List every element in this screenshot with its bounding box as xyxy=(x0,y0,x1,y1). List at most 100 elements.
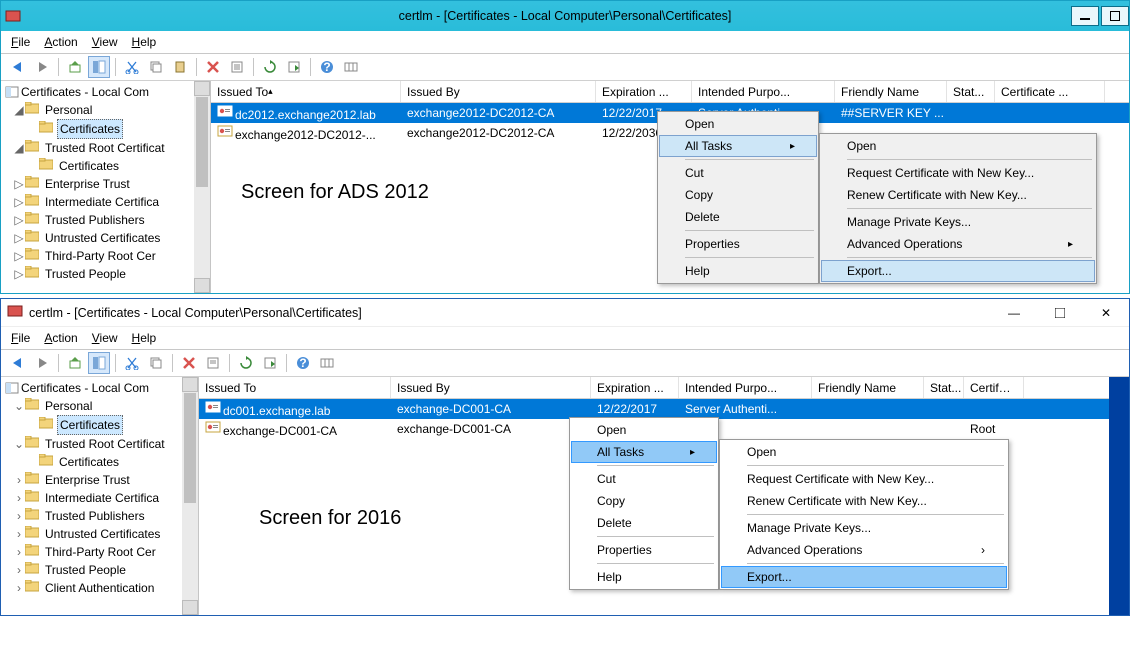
list-pane[interactable]: Issued ToIssued ByExpiration ...Intended… xyxy=(199,377,1109,615)
tree-item[interactable]: ▷Trusted People xyxy=(1,265,210,283)
columns-button[interactable] xyxy=(340,56,362,78)
menu-file[interactable]: FFileile xyxy=(11,35,30,49)
tree-item[interactable]: Certificates xyxy=(1,415,198,435)
ctx2-export[interactable]: Export... xyxy=(821,260,1095,282)
ctx-delete[interactable]: Delete xyxy=(571,512,717,534)
ctx2-request-new-key[interactable]: Request Certificate with New Key... xyxy=(721,468,1007,490)
copy-button[interactable] xyxy=(145,56,167,78)
export-list-button[interactable] xyxy=(259,352,281,374)
ctx-properties[interactable]: Properties xyxy=(659,233,817,255)
ctx-cut[interactable]: Cut xyxy=(571,468,717,490)
tree-item[interactable]: ›Intermediate Certifica xyxy=(1,489,198,507)
ctx2-advanced[interactable]: Advanced Operations› xyxy=(721,539,1007,561)
tree-item[interactable]: ▷Untrusted Certificates xyxy=(1,229,210,247)
titlebar[interactable]: certlm - [Certificates - Local Computer\… xyxy=(1,299,1129,327)
ctx-open[interactable]: Open xyxy=(571,419,717,441)
minimize-button[interactable]: — xyxy=(991,299,1037,327)
ctx-cut[interactable]: Cut xyxy=(659,162,817,184)
paste-button[interactable] xyxy=(169,56,191,78)
up-button[interactable] xyxy=(64,352,86,374)
forward-button[interactable] xyxy=(31,352,53,374)
column-header[interactable]: Intended Purpo... xyxy=(679,377,812,398)
ctx2-advanced[interactable]: Advanced Operations xyxy=(821,233,1095,255)
menu-view[interactable]: View xyxy=(92,331,118,345)
tree-pane[interactable]: Certificates - Local Com⌄PersonalCertifi… xyxy=(1,377,199,615)
ctx-help[interactable]: Help xyxy=(571,566,717,588)
menu-help[interactable]: Help xyxy=(132,35,157,49)
minimize-button[interactable] xyxy=(1071,6,1099,26)
menu-action[interactable]: Action xyxy=(44,331,77,345)
ctx-help[interactable]: Help xyxy=(659,260,817,282)
tree-item[interactable]: Certificates xyxy=(1,453,198,471)
column-headers[interactable]: Issued ToIssued ByExpiration ...Intended… xyxy=(199,377,1109,399)
column-header[interactable]: Expiration ... xyxy=(591,377,679,398)
list-pane[interactable]: Issued To ▴Issued ByExpiration ...Intend… xyxy=(211,81,1129,293)
ctx2-export[interactable]: Export... xyxy=(721,566,1007,588)
tree-item[interactable]: ▷Third-Party Root Cer xyxy=(1,247,210,265)
column-header[interactable]: Stat... xyxy=(924,377,964,398)
tree-item[interactable]: ◢Trusted Root Certificat xyxy=(1,139,210,157)
ctx-copy[interactable]: Copy xyxy=(571,490,717,512)
show-tree-button[interactable] xyxy=(88,352,110,374)
tree-item[interactable]: ›Enterprise Trust xyxy=(1,471,198,489)
properties-button[interactable] xyxy=(226,56,248,78)
cut-button[interactable] xyxy=(121,352,143,374)
ctx-delete[interactable]: Delete xyxy=(659,206,817,228)
ctx2-manage-keys[interactable]: Manage Private Keys... xyxy=(721,517,1007,539)
tree-item[interactable]: Certificates xyxy=(1,157,210,175)
back-button[interactable] xyxy=(7,56,29,78)
back-button[interactable] xyxy=(7,352,29,374)
refresh-button[interactable] xyxy=(259,56,281,78)
tree-item[interactable]: ▷Enterprise Trust xyxy=(1,175,210,193)
column-header[interactable]: Issued To xyxy=(199,377,391,398)
titlebar[interactable]: certlm - [Certificates - Local Computer\… xyxy=(1,1,1129,31)
tree-item[interactable]: ◢Personal xyxy=(1,101,210,119)
maximize-button[interactable] xyxy=(1037,299,1083,327)
ctx-all-tasks[interactable]: All Tasks xyxy=(571,441,717,463)
ctx2-request-new-key[interactable]: Request Certificate with New Key... xyxy=(821,162,1095,184)
ctx2-open[interactable]: Open xyxy=(721,441,1007,463)
column-header[interactable]: Issued To ▴ xyxy=(211,81,401,102)
menu-action[interactable]: Action xyxy=(44,35,77,49)
column-header[interactable]: Intended Purpo... xyxy=(692,81,835,102)
column-header[interactable]: Issued By xyxy=(401,81,596,102)
tree-item[interactable]: ›Trusted Publishers xyxy=(1,507,198,525)
column-header[interactable]: Certificate ... xyxy=(995,81,1105,102)
menu-help[interactable]: Help xyxy=(132,331,157,345)
refresh-button[interactable] xyxy=(235,352,257,374)
table-row[interactable]: dc001.exchange.labexchange-DC001-CA12/22… xyxy=(199,399,1109,419)
delete-button[interactable] xyxy=(202,56,224,78)
ctx2-renew-new-key[interactable]: Renew Certificate with New Key... xyxy=(721,490,1007,512)
tree-root[interactable]: Certificates - Local Com xyxy=(1,379,198,397)
tree-item[interactable]: ▷Trusted Publishers xyxy=(1,211,210,229)
ctx2-renew-new-key[interactable]: Renew Certificate with New Key... xyxy=(821,184,1095,206)
tree-item[interactable]: ›Trusted People xyxy=(1,561,198,579)
help-button[interactable]: ? xyxy=(316,56,338,78)
cut-button[interactable] xyxy=(121,56,143,78)
column-header[interactable]: Expiration ... xyxy=(596,81,692,102)
columns-button[interactable] xyxy=(316,352,338,374)
show-tree-button[interactable] xyxy=(88,56,110,78)
tree-item[interactable]: ›Third-Party Root Cer xyxy=(1,543,198,561)
forward-button[interactable] xyxy=(31,56,53,78)
ctx-all-tasks[interactable]: All Tasks xyxy=(659,135,817,157)
tree-pane[interactable]: Certificates - Local Com◢PersonalCertifi… xyxy=(1,81,211,293)
help-button[interactable]: ? xyxy=(292,352,314,374)
up-button[interactable] xyxy=(64,56,86,78)
column-header[interactable]: Stat... xyxy=(947,81,995,102)
delete-button[interactable] xyxy=(178,352,200,374)
column-header[interactable]: Issued By xyxy=(391,377,591,398)
column-header[interactable]: Friendly Name xyxy=(812,377,924,398)
column-header[interactable]: Certif… xyxy=(964,377,1024,398)
menu-view[interactable]: View xyxy=(92,35,118,49)
copy-button[interactable] xyxy=(145,352,167,374)
tree-root[interactable]: Certificates - Local Com xyxy=(1,83,210,101)
tree-item[interactable]: ⌄Personal xyxy=(1,397,198,415)
tree-scrollbar[interactable] xyxy=(194,81,210,293)
ctx-open[interactable]: Open xyxy=(659,113,817,135)
maximize-button[interactable] xyxy=(1101,6,1129,26)
tree-item[interactable]: Certificates xyxy=(1,119,210,139)
tree-item[interactable]: ⌄Trusted Root Certificat xyxy=(1,435,198,453)
ctx-properties[interactable]: Properties xyxy=(571,539,717,561)
column-header[interactable]: Friendly Name xyxy=(835,81,947,102)
